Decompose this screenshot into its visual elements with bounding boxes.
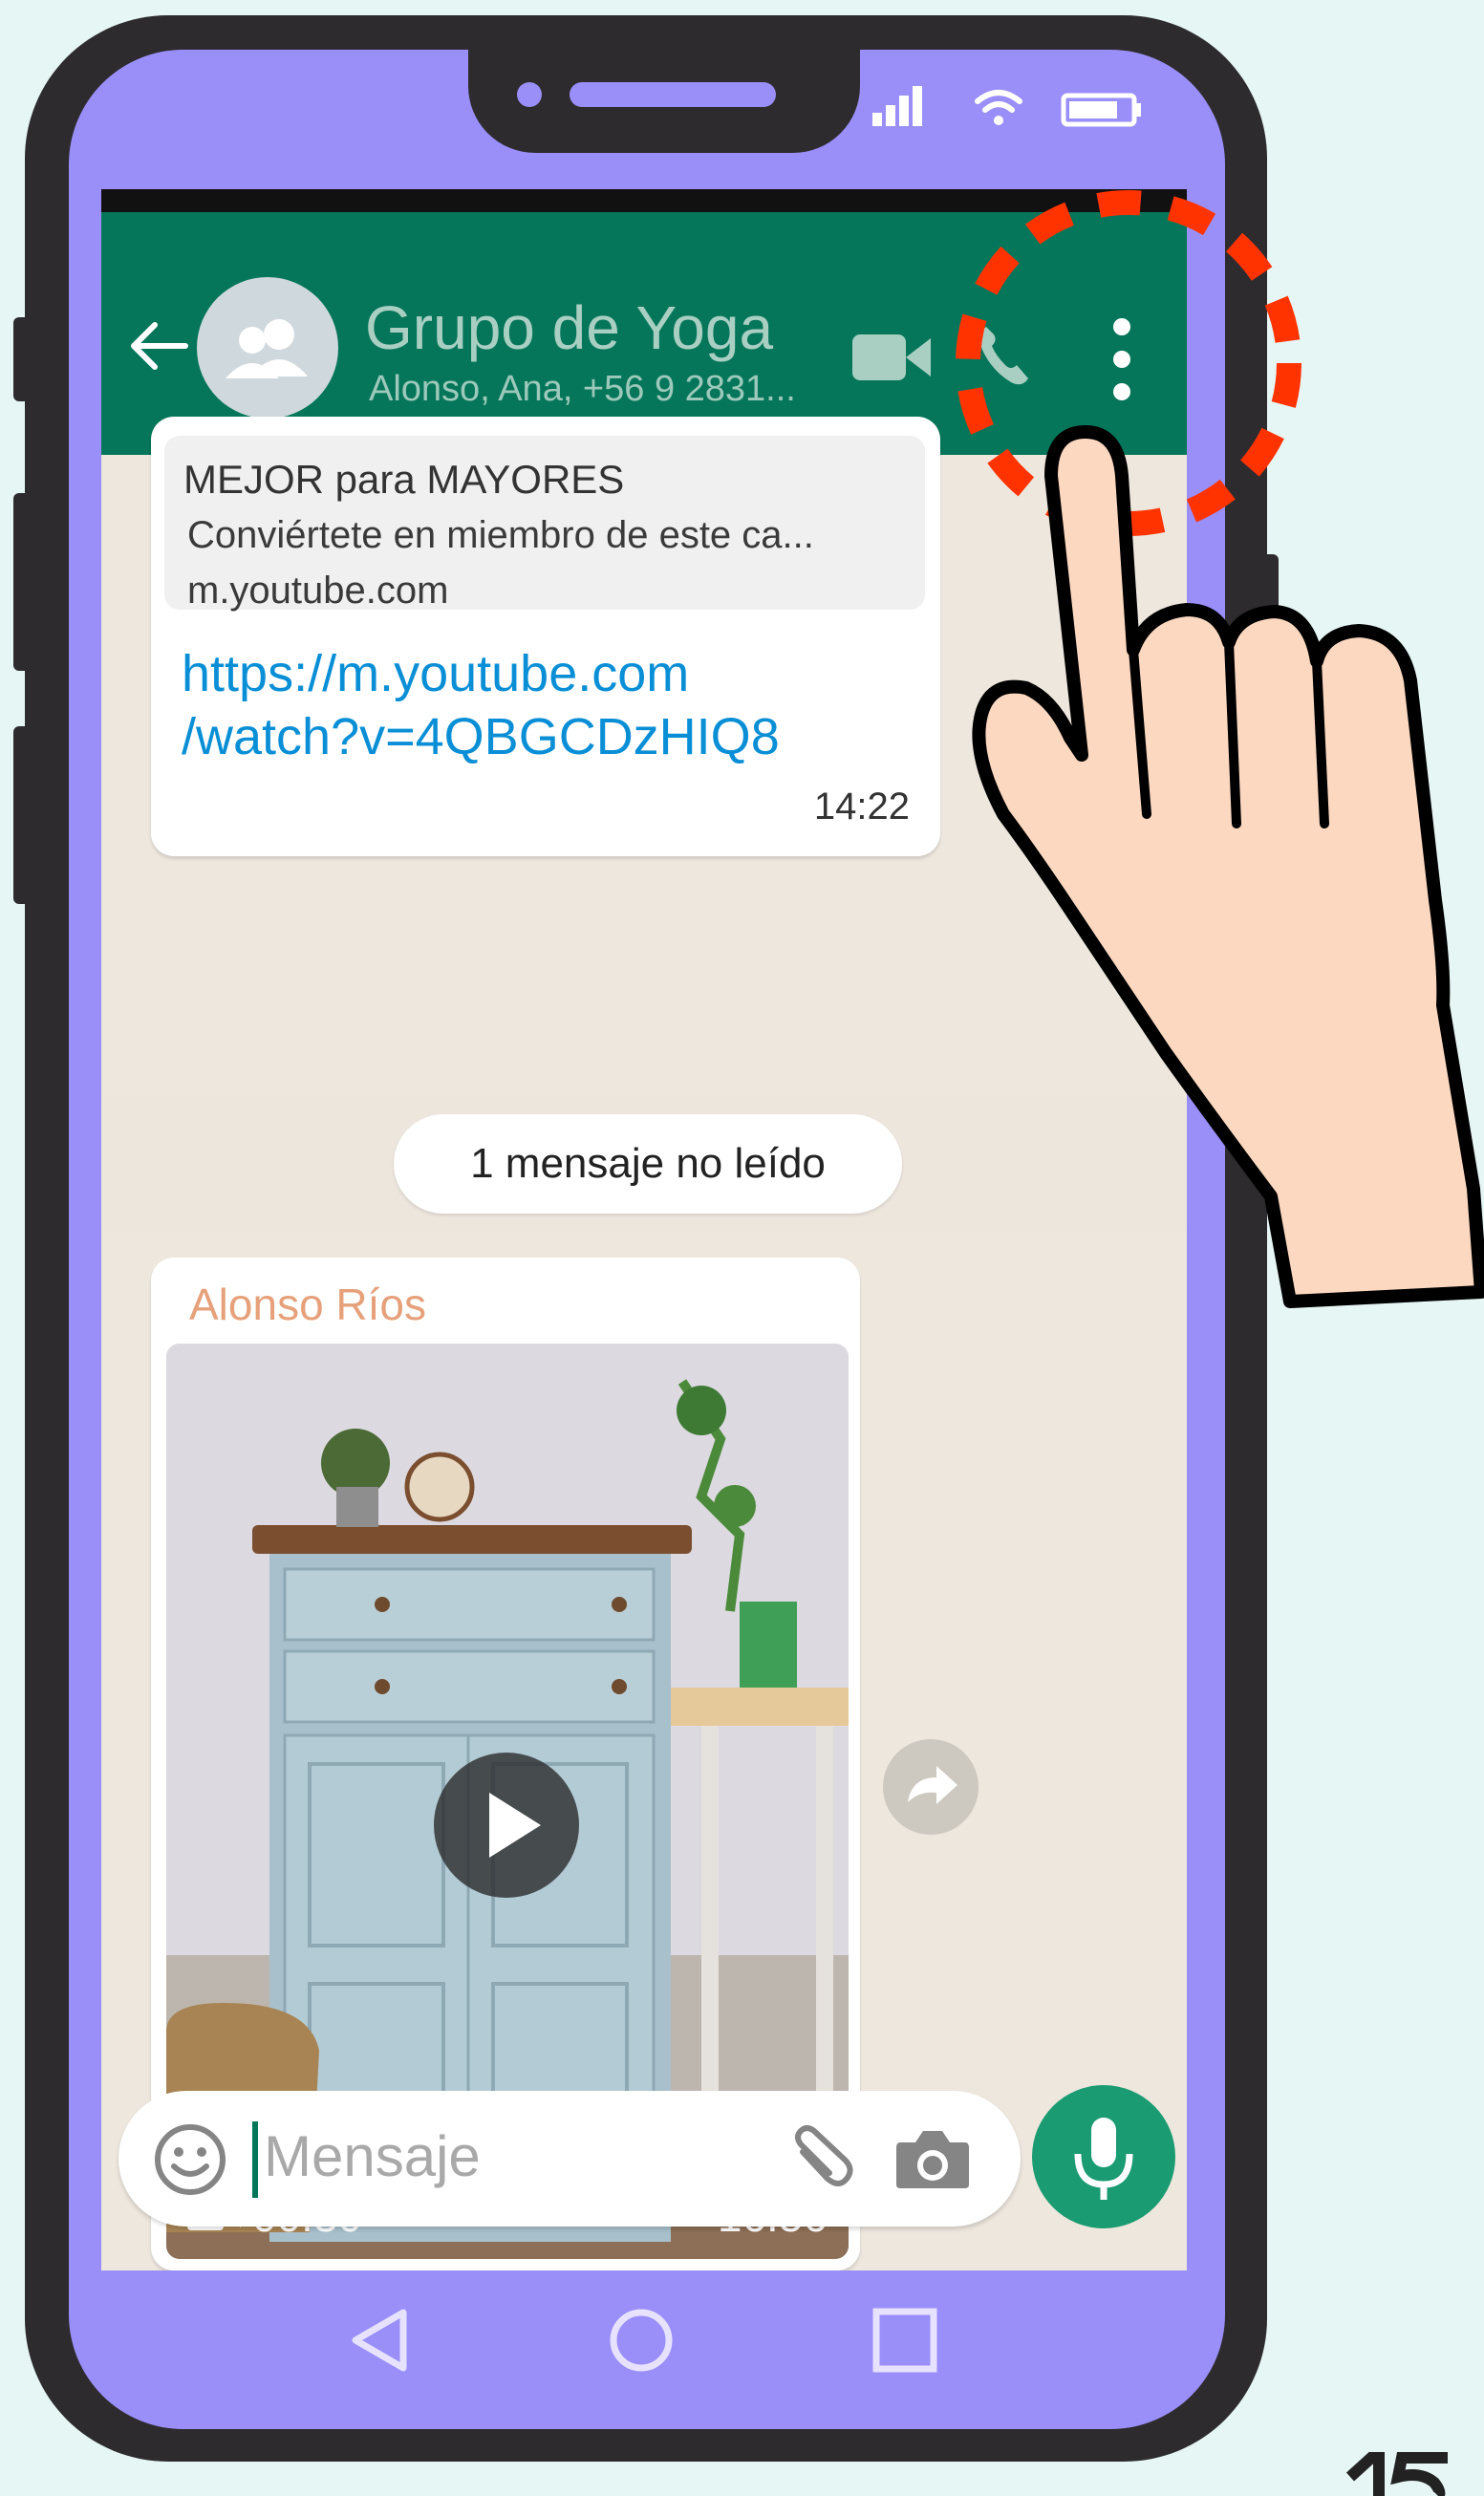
unread-messages-badge: 1 mensaje no leído	[394, 1114, 902, 1214]
microphone-button[interactable]	[1032, 2085, 1175, 2228]
message-time: 14:22	[813, 785, 910, 828]
back-arrow-icon[interactable]	[126, 317, 193, 375]
message-link[interactable]: https://m.youtube.com /watch?v=4QBGCDzHI…	[182, 642, 780, 768]
microphone-icon	[1074, 2118, 1133, 2200]
chat-title[interactable]: Grupo de Yoga	[365, 292, 773, 363]
forward-icon	[908, 1766, 957, 1804]
earpiece-speaker	[570, 82, 776, 107]
back-triangle-icon[interactable]	[348, 2307, 409, 2374]
preview-domain: m.youtube.com	[187, 570, 449, 612]
battery-icon	[1061, 93, 1141, 127]
forward-button[interactable]	[883, 1739, 979, 1835]
emoji-icon[interactable]	[153, 2122, 227, 2197]
group-avatar-icon[interactable]	[197, 277, 338, 419]
signal-icon	[872, 86, 922, 126]
phone-side-button	[13, 317, 32, 401]
attach-icon[interactable]	[787, 2123, 856, 2192]
play-button[interactable]	[434, 1753, 579, 1898]
pointing-hand-icon	[972, 425, 1484, 1308]
link-preview[interactable]: MEJOR para MAYORES Conviértete en miembr…	[164, 436, 925, 612]
status-bar	[872, 86, 1141, 127]
message-link-line[interactable]: https://m.youtube.com	[182, 642, 780, 705]
preview-description: Conviértete en miembro de este ca...	[187, 514, 814, 556]
phone-side-button	[13, 493, 32, 671]
chat-participants[interactable]: Alonso, Ana, +56 9 2831...	[369, 369, 796, 410]
camera-icon[interactable]	[894, 2127, 971, 2190]
link-message-bubble[interactable]: MEJOR para MAYORES Conviértete en miembr…	[151, 417, 940, 856]
play-icon	[489, 1793, 541, 1858]
system-navigation-bar	[101, 2270, 1187, 2404]
message-input-bar[interactable]: Mensaje	[118, 2091, 1021, 2227]
message-link-line[interactable]: /watch?v=4QBGCDzHIQ8	[182, 705, 780, 768]
front-camera	[517, 82, 542, 107]
video-call-icon[interactable]	[852, 331, 933, 384]
message-input[interactable]: Mensaje	[264, 2123, 481, 2189]
recents-square-icon[interactable]	[871, 2307, 938, 2374]
phone-side-button	[13, 726, 32, 904]
page-number-digits	[1345, 2452, 1448, 2496]
home-circle-icon[interactable]	[608, 2307, 675, 2374]
text-cursor	[252, 2121, 258, 2198]
preview-title: MEJOR para MAYORES	[183, 457, 625, 502]
sender-name[interactable]: Alonso Ríos	[189, 1279, 426, 1330]
wifi-icon	[975, 90, 1022, 125]
